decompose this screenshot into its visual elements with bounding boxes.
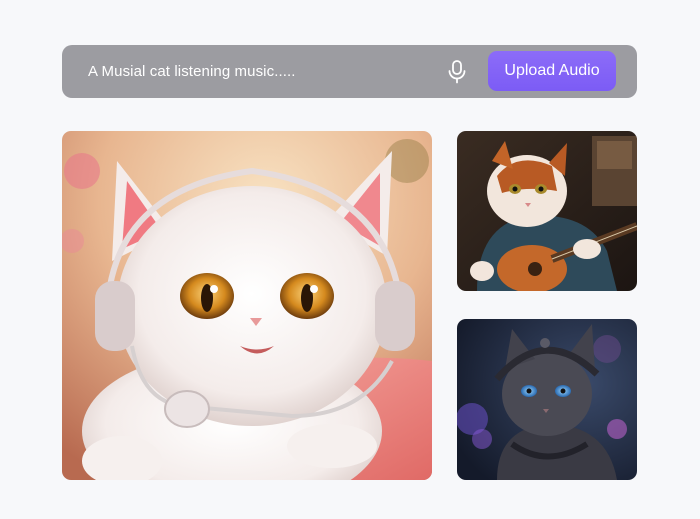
upload-audio-button[interactable]: Upload Audio	[488, 51, 616, 91]
app-canvas: A Musial cat listening music..... Upload…	[0, 0, 700, 519]
microphone-icon[interactable]	[446, 60, 468, 84]
calico-cat-guitar-image[interactable]	[457, 131, 637, 291]
white-kitten-headphones-image[interactable]	[62, 131, 432, 480]
prompt-input[interactable]: A Musial cat listening music.....	[88, 63, 296, 80]
dark-cat-headphones-image[interactable]	[457, 319, 637, 480]
prompt-bar: A Musial cat listening music..... Upload…	[62, 45, 637, 98]
